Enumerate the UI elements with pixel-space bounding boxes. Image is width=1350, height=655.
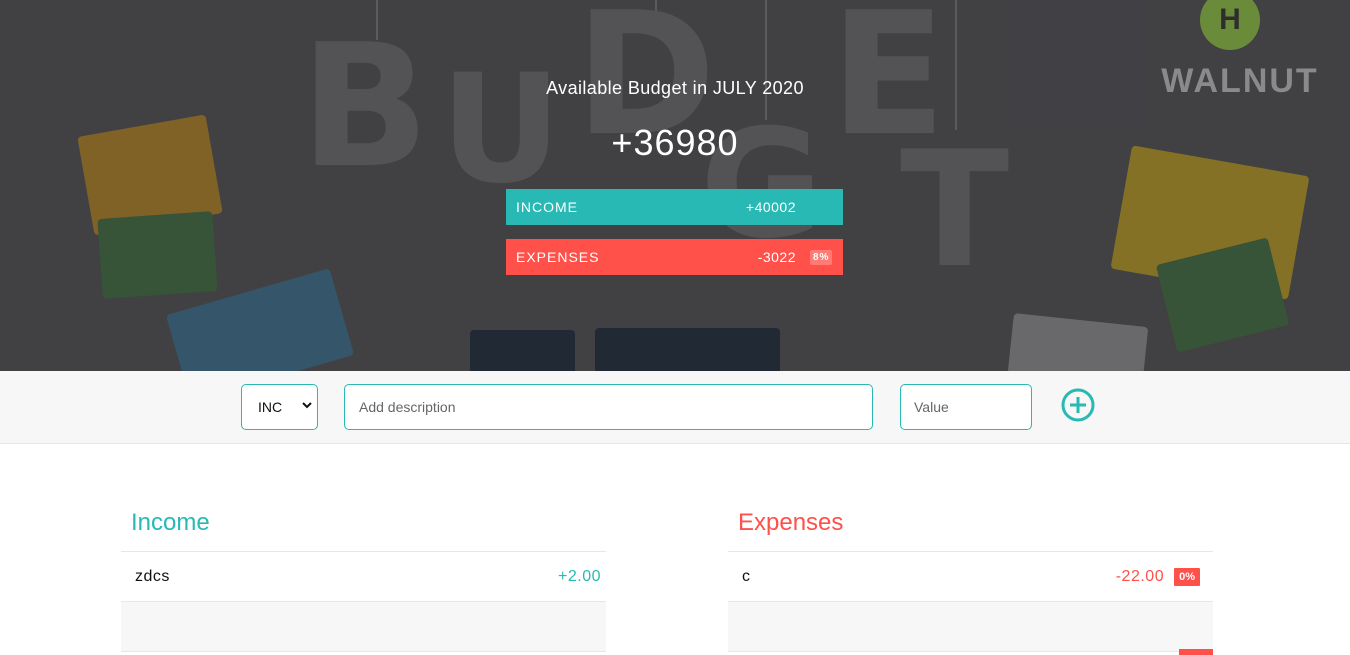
- income-summary: INCOME +40002: [506, 189, 843, 225]
- income-list: Income zdcs +2.00: [121, 505, 606, 652]
- item-value: +2.00: [558, 567, 601, 585]
- expenses-list-title: Expenses: [728, 505, 1213, 552]
- description-input[interactable]: [344, 384, 873, 430]
- list-item[interactable]: [121, 602, 606, 652]
- value-input[interactable]: [900, 384, 1032, 430]
- budget-header: B U D G E T H WALNUT Available Budget in…: [0, 0, 1350, 371]
- income-summary-value: +40002: [745, 199, 796, 215]
- expenses-summary-label: EXPENSES: [516, 249, 600, 265]
- budget-value: +36980: [611, 122, 739, 163]
- expenses-summary: EXPENSES -3022 8%: [506, 239, 843, 275]
- expenses-summary-value: -3022: [757, 249, 796, 265]
- expenses-percentage-badge: 8%: [810, 249, 833, 265]
- type-select[interactable]: INC: [241, 384, 318, 430]
- income-list-title: Income: [121, 505, 606, 552]
- item-description: c: [742, 567, 751, 585]
- item-percentage-badge: 0%: [1174, 567, 1200, 586]
- income-summary-label: INCOME: [516, 199, 578, 215]
- chevron-down-icon: [301, 399, 313, 414]
- item-percentage-badge: [1179, 649, 1213, 655]
- type-select-value: INC: [258, 399, 283, 415]
- plus-circle-icon: [1061, 388, 1095, 422]
- expenses-list: Expenses c -22.00 0%: [728, 505, 1213, 655]
- walnut-logo-icon: H: [1200, 0, 1260, 50]
- item-value: -22.00: [1115, 567, 1165, 585]
- list-item[interactable]: [728, 602, 1213, 655]
- list-item[interactable]: zdcs +2.00: [121, 552, 606, 602]
- list-item[interactable]: c -22.00 0%: [728, 552, 1213, 602]
- add-button[interactable]: [1060, 387, 1096, 423]
- add-entry-bar: INC: [0, 371, 1350, 444]
- item-description: zdcs: [135, 567, 170, 585]
- budget-title: Available Budget in JULY 2020: [546, 78, 804, 98]
